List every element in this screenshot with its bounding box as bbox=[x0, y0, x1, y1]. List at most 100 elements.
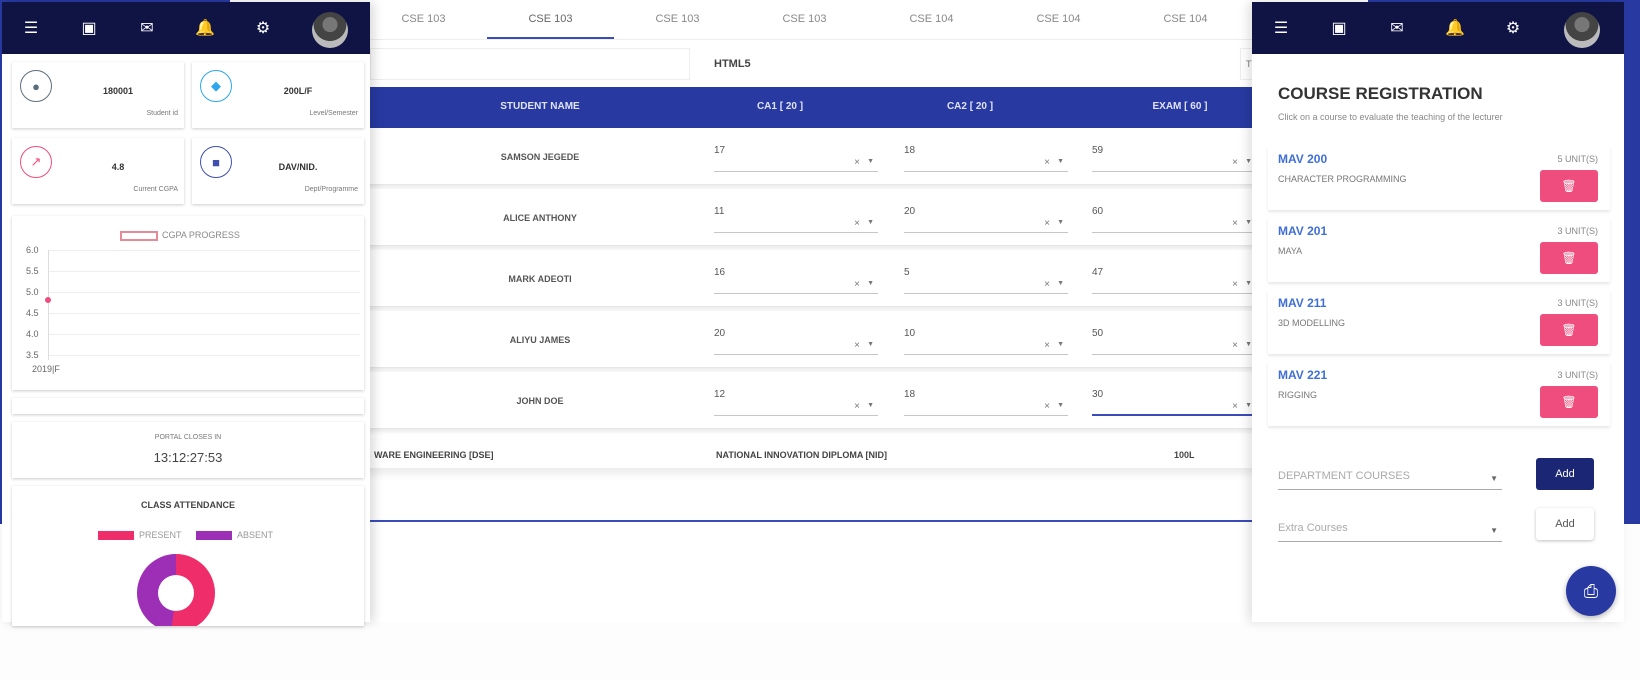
course-card[interactable]: MAV 221 3 UNIT(S) RIGGING 🗑 bbox=[1268, 362, 1610, 426]
mail-icon[interactable]: ✉ bbox=[118, 18, 176, 38]
exam-field[interactable]: 59 × ▼ bbox=[1092, 142, 1256, 172]
contacts-icon[interactable]: ▣ bbox=[60, 18, 118, 38]
tab-course[interactable]: CSE 103 bbox=[741, 0, 868, 39]
tab-course[interactable]: CSE 103 bbox=[614, 0, 741, 39]
trash-icon: 🗑 bbox=[1561, 251, 1577, 265]
chevron-down-icon[interactable]: ▼ bbox=[867, 280, 874, 287]
clear-icon[interactable]: × bbox=[1232, 340, 1238, 351]
clear-icon[interactable]: × bbox=[1044, 340, 1050, 351]
menu-icon[interactable]: ☰ bbox=[1252, 18, 1310, 38]
chevron-down-icon[interactable]: ▼ bbox=[867, 158, 874, 165]
table-row: JOHN DOE 12 × ▼ 18 × ▼ 30 × ▼ bbox=[360, 372, 1256, 429]
delete-course-button[interactable]: 🗑 bbox=[1540, 314, 1598, 346]
course-code: MAV 200 bbox=[1278, 152, 1328, 166]
ca1-field[interactable]: 20 × ▼ bbox=[714, 325, 878, 355]
level-text: 100L bbox=[1174, 450, 1195, 460]
course-title: 3D MODELLING bbox=[1278, 318, 1346, 328]
legend-present[interactable]: PRESENT bbox=[98, 530, 182, 541]
exam-field[interactable]: 50 × ▼ bbox=[1092, 325, 1256, 355]
chevron-down-icon[interactable]: ▼ bbox=[1057, 341, 1064, 348]
course-title: RIGGING bbox=[1278, 390, 1318, 400]
tab-course[interactable]: CSE 104 bbox=[995, 0, 1122, 39]
mail-icon[interactable]: ✉ bbox=[1368, 18, 1426, 38]
clear-icon[interactable]: × bbox=[1044, 279, 1050, 290]
chevron-down-icon[interactable]: ▼ bbox=[867, 219, 874, 226]
tab-course[interactable]: CSE 104 bbox=[1122, 0, 1249, 39]
chevron-down-icon[interactable]: ▼ bbox=[867, 402, 874, 409]
exam-field[interactable]: 30 × ▼ bbox=[1092, 386, 1256, 416]
ca1-field[interactable]: 16 × ▼ bbox=[714, 264, 878, 294]
clear-icon[interactable]: × bbox=[1232, 157, 1238, 168]
menu-icon[interactable]: ☰ bbox=[2, 18, 60, 38]
tab-course[interactable]: CSE 103 bbox=[360, 0, 487, 39]
avatar[interactable] bbox=[1564, 12, 1600, 48]
clear-icon[interactable]: × bbox=[854, 340, 860, 351]
clear-icon[interactable]: × bbox=[1044, 218, 1050, 229]
table-row: ALICE ANTHONY 11 × ▼ 20 × ▼ 60 × ▼ bbox=[360, 189, 1256, 246]
exam-field[interactable]: 47 × ▼ bbox=[1092, 264, 1256, 294]
chevron-down-icon[interactable]: ▼ bbox=[1057, 158, 1064, 165]
chevron-down-icon[interactable]: ▼ bbox=[1057, 219, 1064, 226]
page-subtitle: Click on a course to evaluate the teachi… bbox=[1278, 112, 1503, 122]
course-code: MAV 201 bbox=[1278, 224, 1328, 238]
course-title: CHARACTER PROGRAMMING bbox=[1278, 174, 1407, 184]
exam-field[interactable]: 60 × ▼ bbox=[1092, 203, 1256, 233]
chevron-down-icon[interactable]: ▼ bbox=[867, 341, 874, 348]
book-icon: ■ bbox=[200, 146, 232, 178]
ca1-value: 20 bbox=[714, 328, 726, 339]
bell-icon[interactable]: 🔔 bbox=[1426, 18, 1484, 38]
clear-icon[interactable]: × bbox=[1232, 218, 1238, 229]
course-card[interactable]: MAV 211 3 UNIT(S) 3D MODELLING 🗑 bbox=[1268, 290, 1610, 354]
tab-course-active[interactable]: CSE 103 bbox=[487, 0, 614, 39]
clear-icon[interactable]: × bbox=[854, 401, 860, 412]
department-courses-select[interactable]: DEPARTMENT COURSES ▼ bbox=[1278, 460, 1502, 490]
bell-icon[interactable]: 🔔 bbox=[176, 18, 234, 38]
ca1-field[interactable]: 17 × ▼ bbox=[714, 142, 878, 172]
ca2-field[interactable]: 5 × ▼ bbox=[904, 264, 1068, 294]
gear-icon[interactable]: ⚙ bbox=[1484, 18, 1542, 38]
course-card[interactable]: MAV 200 5 UNIT(S) CHARACTER PROGRAMMING … bbox=[1268, 146, 1610, 210]
chevron-down-icon[interactable]: ▼ bbox=[1245, 219, 1252, 226]
clear-icon[interactable]: × bbox=[1232, 401, 1238, 412]
search-input[interactable] bbox=[370, 48, 690, 80]
chevron-down-icon[interactable]: ▼ bbox=[1245, 341, 1252, 348]
delete-course-button[interactable]: 🗑 bbox=[1540, 242, 1598, 274]
clear-icon[interactable]: × bbox=[854, 279, 860, 290]
table-row: ALIYU JAMES 20 × ▼ 10 × ▼ 50 × ▼ bbox=[360, 311, 1256, 368]
chart-legend[interactable]: CGPA PROGRESS bbox=[120, 230, 240, 241]
print-button[interactable]: ⎙ bbox=[1566, 566, 1616, 616]
avatar[interactable] bbox=[312, 12, 348, 48]
add-extra-course-button[interactable]: Add bbox=[1536, 508, 1594, 540]
course-units: 3 UNIT(S) bbox=[1557, 298, 1599, 308]
delete-course-button[interactable]: 🗑 bbox=[1540, 170, 1598, 202]
chevron-down-icon[interactable]: ▼ bbox=[1057, 280, 1064, 287]
clear-icon[interactable]: × bbox=[854, 157, 860, 168]
clear-icon[interactable]: × bbox=[1044, 401, 1050, 412]
ca2-field[interactable]: 10 × ▼ bbox=[904, 325, 1068, 355]
clear-icon[interactable]: × bbox=[1044, 157, 1050, 168]
chevron-down-icon: ▼ bbox=[1490, 526, 1498, 535]
tab-course[interactable]: CSE 104 bbox=[868, 0, 995, 39]
add-department-course-button[interactable]: Add bbox=[1536, 458, 1594, 490]
ca2-field[interactable]: 20 × ▼ bbox=[904, 203, 1068, 233]
ca1-field[interactable]: 12 × ▼ bbox=[714, 386, 878, 416]
contacts-icon[interactable]: ▣ bbox=[1310, 18, 1368, 38]
ca1-field[interactable]: 11 × ▼ bbox=[714, 203, 878, 233]
clear-icon[interactable]: × bbox=[854, 218, 860, 229]
stat-label: Level/Semester bbox=[309, 110, 358, 117]
ca2-field[interactable]: 18 × ▼ bbox=[904, 386, 1068, 416]
chevron-down-icon[interactable]: ▼ bbox=[1245, 158, 1252, 165]
ca2-field[interactable]: 18 × ▼ bbox=[904, 142, 1068, 172]
extra-courses-select[interactable]: Extra Courses ▼ bbox=[1278, 512, 1502, 542]
chevron-down-icon[interactable]: ▼ bbox=[1245, 402, 1252, 409]
course-card[interactable]: MAV 201 3 UNIT(S) MAYA 🗑 bbox=[1268, 218, 1610, 282]
chevron-down-icon[interactable]: ▼ bbox=[1057, 402, 1064, 409]
clear-icon[interactable]: × bbox=[1232, 279, 1238, 290]
delete-course-button[interactable]: 🗑 bbox=[1540, 386, 1598, 418]
y-tick-label: 3.5 bbox=[26, 350, 39, 360]
chevron-down-icon[interactable]: ▼ bbox=[1245, 280, 1252, 287]
select-placeholder: Extra Courses bbox=[1278, 522, 1348, 534]
legend-absent[interactable]: ABSENT bbox=[196, 530, 273, 541]
gear-icon[interactable]: ⚙ bbox=[234, 18, 292, 38]
divider bbox=[360, 520, 1256, 522]
